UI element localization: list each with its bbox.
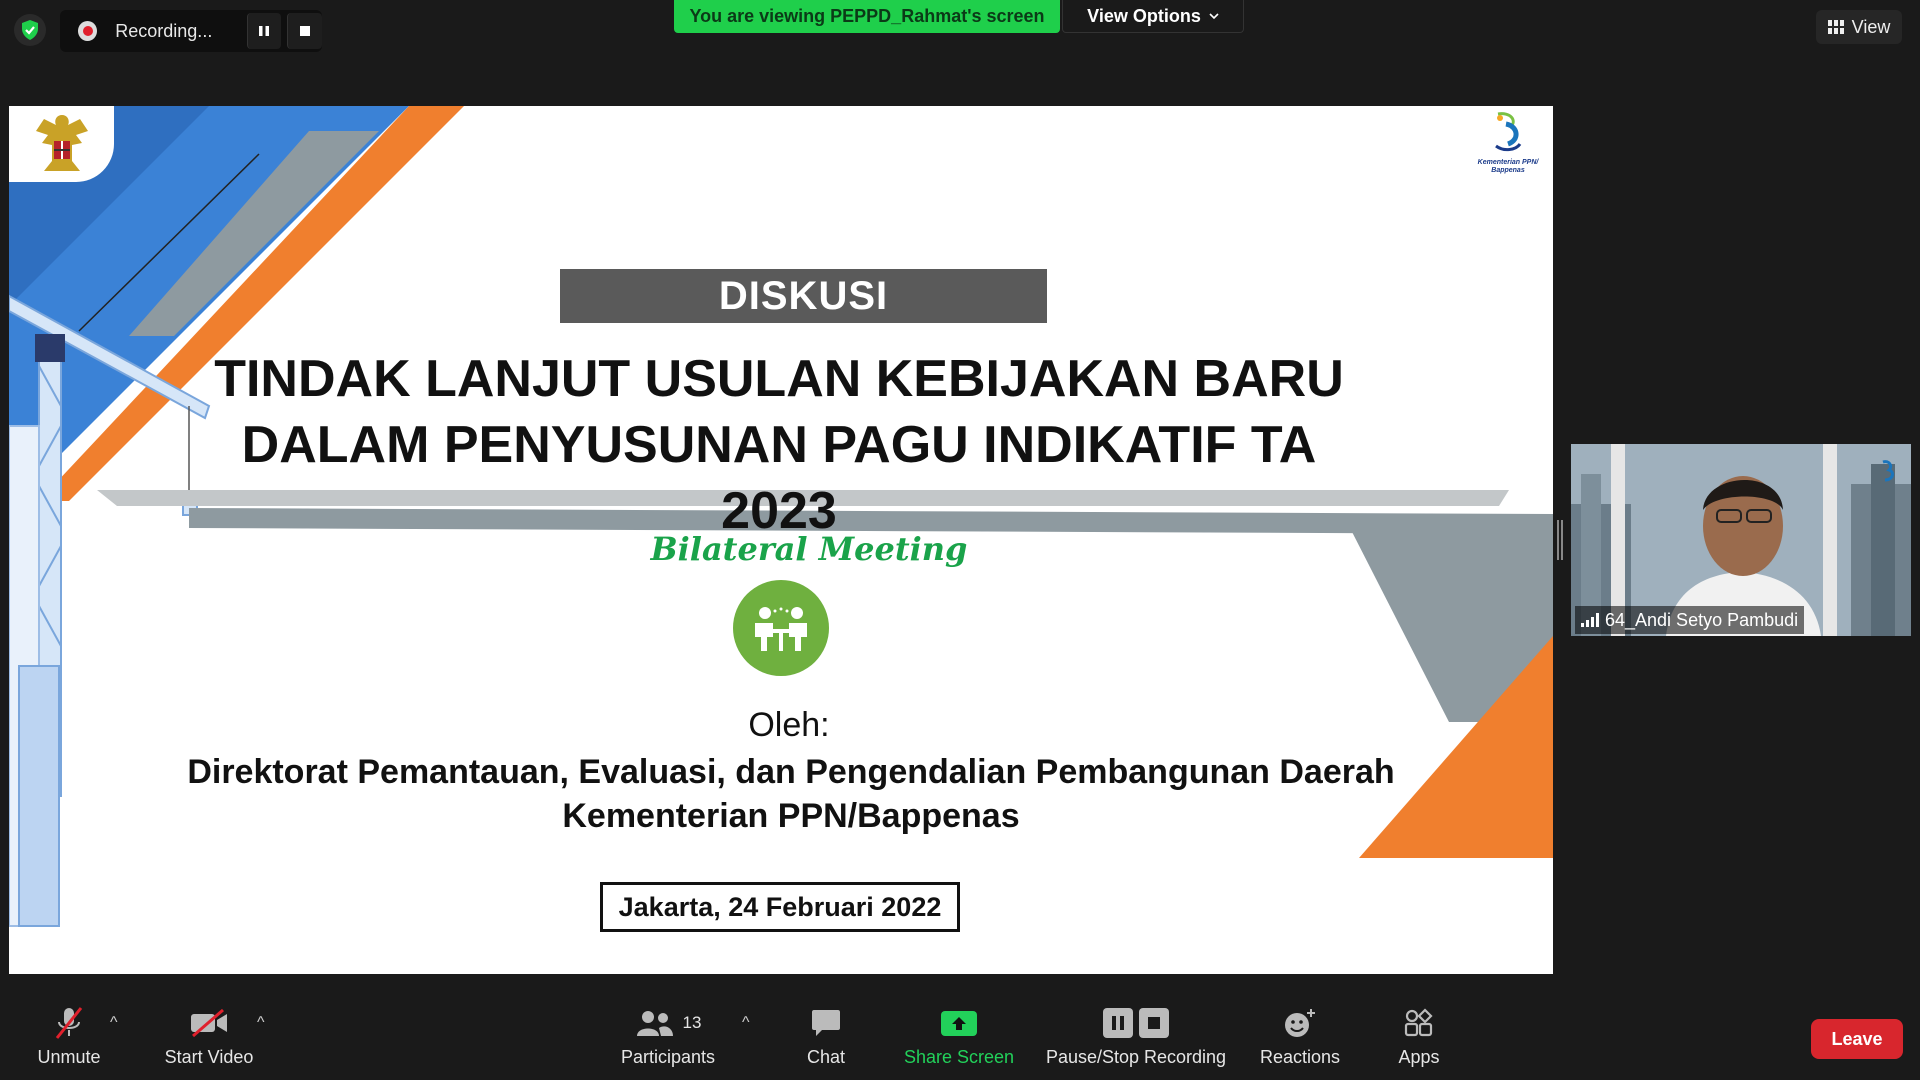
pause-stop-recording-button[interactable]: Pause/Stop Recording [1040,992,1232,1080]
recording-dot-icon [78,21,98,41]
bappenas-logo-text-1: Kementerian PPN/ [1477,159,1539,166]
share-screen-label: Share Screen [903,1046,1015,1067]
view-label: View [1851,16,1891,37]
apps-icon [1404,1005,1434,1041]
participants-icon [636,1010,673,1036]
slide-by-label: Oleh: [748,706,830,744]
slide-subtitle: Bilateral Meeting [650,530,968,568]
chat-button[interactable]: Chat [790,992,862,1080]
leave-button[interactable]: Leave [1811,1019,1903,1059]
video-options-chevron-icon[interactable]: ^ [257,1014,265,1032]
slide-title-line2: DALAM PENYUSUNAN PAGU INDIKATIF TA 2023 [241,416,1317,540]
view-options-label: View Options [1087,5,1201,26]
apps-label: Apps [1398,1046,1440,1067]
reactions-button[interactable]: Reactions [1252,992,1348,1080]
zoom-meeting-window: Recording... You are viewing PEPPD_Rahma… [0,0,1920,1080]
grid-view-icon [1827,20,1844,34]
signal-strength-icon [1581,613,1599,627]
participants-button[interactable]: 13 Participants [612,992,724,1080]
chat-bubble-icon [810,1005,842,1041]
participants-options-chevron-icon[interactable]: ^ [742,1014,750,1032]
stop-icon [300,26,311,36]
video-camera-off-icon [189,1005,229,1041]
panel-resize-handle[interactable] [1557,520,1563,560]
share-screen-button[interactable]: Share Screen [900,992,1018,1080]
reactions-label: Reactions [1259,1046,1341,1067]
participants-label: Participants [620,1046,716,1067]
participants-count: 13 [682,1012,702,1032]
participant-name-tag: 64_Andi Setyo Pambudi [1575,606,1805,634]
shared-screen-slide: Kementerian PPN/ Bappenas DISKUSI TINDAK… [9,106,1553,974]
pause-stop-recording-label: Pause/Stop Recording [1045,1046,1227,1067]
bappenas-logo-text-2: Bappenas [1491,167,1525,174]
stop-recording-icon [1139,1007,1169,1038]
bappenas-logo-icon [1495,112,1522,152]
security-shield-icon[interactable] [14,14,46,46]
meeting-people-icon [733,580,829,676]
pause-icon [259,26,270,36]
participant-name: 64_Andi Setyo Pambudi [1605,609,1799,630]
share-screen-icon [940,1005,978,1041]
start-video-button[interactable]: Start Video [156,992,262,1080]
chevron-down-icon [1209,13,1219,20]
bappenas-logo: Kementerian PPN/ Bappenas [1469,110,1547,180]
view-layout-button[interactable]: View [1816,10,1902,44]
apps-button[interactable]: Apps [1386,992,1452,1080]
slide-title: TINDAK LANJUT USULAN KEBIJAKAN BARU DALA… [189,346,1369,544]
start-video-label: Start Video [164,1046,254,1067]
slide-header-label: DISKUSI [560,269,1047,323]
recording-indicator: Recording... [60,10,322,52]
slide-organization-line1: Direktorat Pemantauan, Evaluasi, dan Pen… [187,753,1395,791]
meeting-toolbar: Unmute ^ Start Video ^ 13 Participants ^… [0,992,1920,1080]
garuda-emblem-icon [35,115,88,171]
recording-label: Recording... [115,20,213,41]
pause-recording-icon [1103,1007,1133,1038]
chat-label: Chat [806,1046,846,1067]
microphone-muted-icon [54,1005,84,1041]
unmute-label: Unmute [37,1046,101,1067]
pause-recording-button[interactable] [246,13,282,49]
view-options-button[interactable]: View Options [1062,0,1244,33]
audio-options-chevron-icon[interactable]: ^ [110,1014,118,1032]
reactions-smiley-icon [1283,1005,1317,1041]
slide-date: Jakarta, 24 Februari 2022 [600,882,960,932]
slide-organization: Direktorat Pemantauan, Evaluasi, dan Pen… [109,750,1473,838]
slide-title-line1: TINDAK LANJUT USULAN KEBIJAKAN BARU [214,350,1344,408]
stop-recording-button[interactable] [287,13,322,49]
viewing-screen-banner: You are viewing PEPPD_Rahmat's screen [674,0,1060,33]
garuda-emblem-logo [9,106,114,182]
participant-video-tile[interactable]: 64_Andi Setyo Pambudi [1571,444,1911,636]
unmute-button[interactable]: Unmute [24,992,114,1080]
slide-organization-line2: Kementerian PPN/Bappenas [562,797,1020,835]
